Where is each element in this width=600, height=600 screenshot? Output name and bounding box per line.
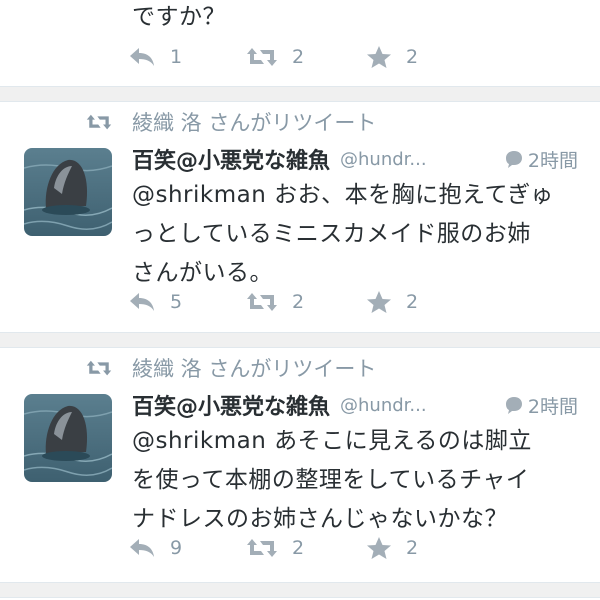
retweet-count: 2 (292, 46, 305, 68)
display-name[interactable]: 百笑@小悪党な雑魚 (132, 143, 330, 175)
tweet-text-line: @shrikman おお、本を胸に抱えてぎゅ (132, 182, 554, 208)
retweet-button[interactable]: 2 (246, 533, 304, 563)
avatar[interactable] (24, 394, 112, 482)
tweet-actions: 9 2 2 (128, 533, 428, 563)
tweet-0[interactable]: ですか？ 1 2 2 (0, 0, 600, 86)
display-name[interactable]: 百笑@小悪党な雑魚 (132, 389, 330, 421)
retweet-button[interactable]: 2 (246, 287, 304, 317)
tweet-header: 百笑@小悪党な雑魚 @hundr... 2時間 (132, 389, 578, 421)
retweet-button[interactable]: 2 (246, 42, 304, 72)
tweet-text: @shrikman おお、本を胸に抱えてぎゅ っとしているミニスカメイド服のお姉… (132, 176, 582, 293)
avatar[interactable] (24, 148, 112, 236)
tweet-text-line: っとしているミニスカメイド服のお姉 (132, 221, 531, 247)
retweet-icon (247, 293, 277, 311)
reply-count: 5 (170, 291, 183, 313)
reply-count: 9 (170, 537, 183, 559)
tweet-actions: 1 2 2 (128, 42, 428, 72)
retweeted-by-label: 綾織 洛 さんがリツイート (132, 111, 377, 135)
tweet-divider (0, 86, 600, 102)
username[interactable]: @hundr... (340, 149, 427, 170)
reply-icon (130, 48, 154, 66)
reply-button[interactable]: 1 (128, 42, 182, 72)
tweet-actions: 5 2 2 (128, 287, 428, 317)
retweet-count: 2 (292, 537, 305, 559)
tweet-text: ですか？ (132, 4, 226, 30)
retweeted-by: 綾織 洛 さんがリツイート (86, 107, 376, 137)
tweet-1[interactable]: 綾織 洛 さんがリツイート 百笑@小悪党な雑魚 @hundr... 2時間 @s… (0, 102, 600, 332)
reply-button[interactable]: 5 (128, 287, 182, 317)
tweet-text: @shrikman あそこに見えるのは脚立 を使って本棚の整理をしているチャイ … (132, 422, 582, 539)
tweet-header: 百笑@小悪党な雑魚 @hundr... 2時間 (132, 143, 578, 175)
retweet-icon (86, 360, 112, 376)
retweeted-by: 綾織 洛 さんがリツイート (86, 353, 376, 383)
favorite-button[interactable]: 2 (366, 42, 418, 72)
reply-icon (130, 293, 154, 311)
avatar-image (24, 394, 112, 482)
favorite-count: 2 (406, 291, 419, 313)
tweet-2[interactable]: 綾織 洛 さんがリツイート 百笑@小悪党な雑魚 @hundr... 2時間 @s… (0, 348, 600, 600)
retweet-count: 2 (292, 291, 305, 313)
reply-count: 1 (170, 46, 183, 68)
reply-icon (130, 539, 154, 557)
star-icon (367, 46, 391, 68)
time-label: 2時間 (527, 395, 578, 418)
timestamp: 2時間 (504, 392, 578, 419)
retweet-icon (247, 539, 277, 557)
favorite-count: 2 (406, 46, 419, 68)
speech-bubble-icon (505, 151, 522, 168)
speech-bubble-icon (505, 397, 522, 414)
retweet-icon (247, 48, 277, 66)
tweet-text-line: を使って本棚の整理をしているチャイ (132, 467, 530, 493)
reply-button[interactable]: 9 (128, 533, 182, 563)
retweet-icon (86, 114, 112, 130)
username[interactable]: @hundr... (340, 395, 427, 416)
avatar-image (24, 148, 112, 236)
timestamp: 2時間 (504, 146, 578, 173)
favorite-button[interactable]: 2 (366, 287, 418, 317)
favorite-button[interactable]: 2 (366, 533, 418, 563)
retweeted-by-label: 綾織 洛 さんがリツイート (132, 357, 377, 381)
tweet-divider (0, 582, 600, 598)
star-icon (367, 537, 391, 559)
time-label: 2時間 (527, 149, 578, 172)
favorite-count: 2 (406, 537, 419, 559)
tweet-divider (0, 332, 600, 348)
tweet-text-line: @shrikman あそこに見えるのは脚立 (132, 428, 532, 454)
star-icon (367, 291, 391, 313)
